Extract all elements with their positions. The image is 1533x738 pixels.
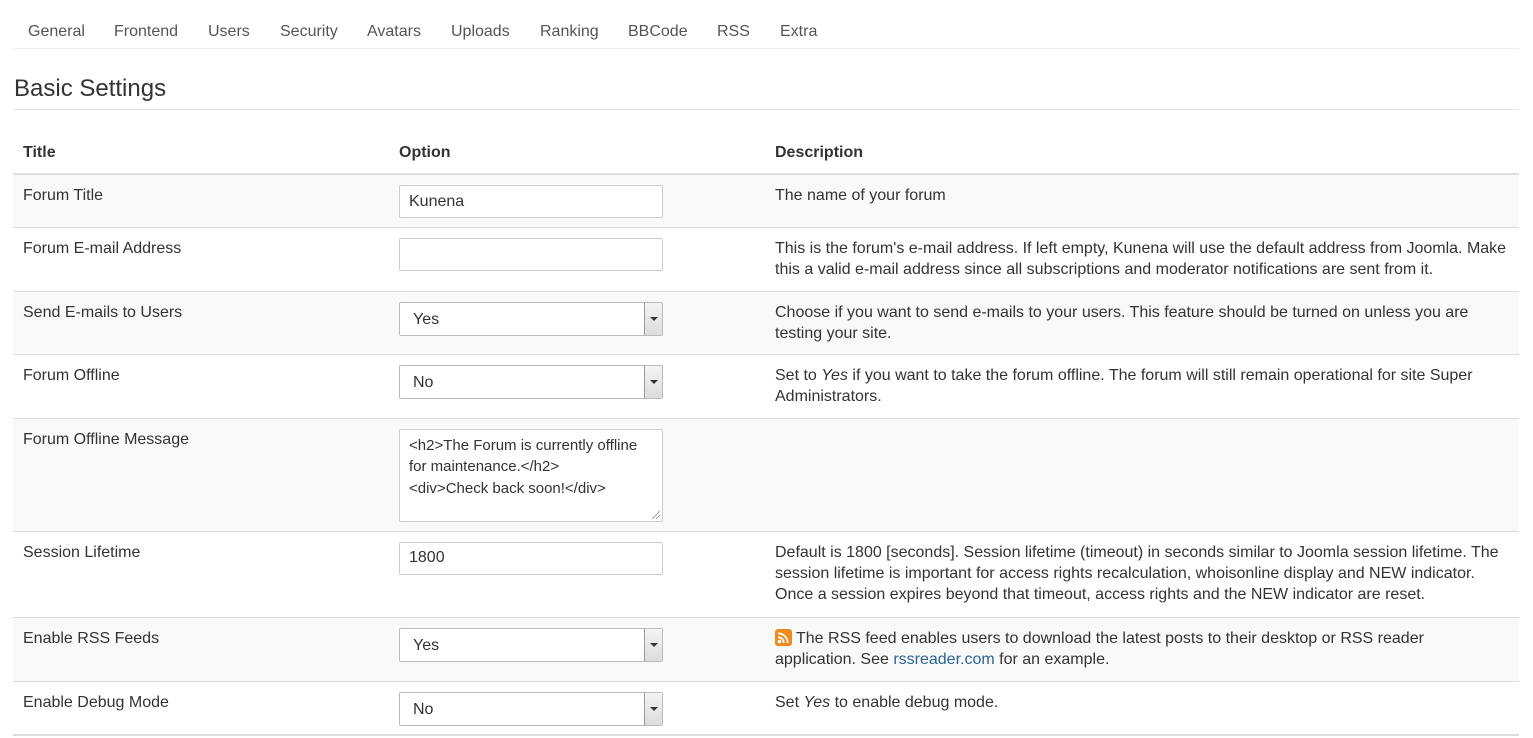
select-value: No xyxy=(413,373,434,391)
enable-rss-select[interactable]: Yes xyxy=(399,627,663,662)
table-row: Send E-mails to Users Yes Choose if you … xyxy=(13,290,1519,354)
rss-icon xyxy=(775,628,792,646)
setting-description: Set Yes to enable debug mode. xyxy=(765,680,1519,736)
forum-title-input[interactable] xyxy=(399,185,663,218)
rssreader-link[interactable]: rssreader.com xyxy=(893,651,994,668)
column-header-description: Description xyxy=(765,133,1519,175)
tab-users[interactable]: Users xyxy=(208,23,250,41)
tab-bbcode[interactable]: BBCode xyxy=(628,23,688,41)
table-header-row: Title Option Description xyxy=(13,133,1519,175)
tab-rss[interactable]: RSS xyxy=(717,23,750,41)
column-header-option: Option xyxy=(389,133,765,175)
section-title: Basic Settings xyxy=(14,75,167,102)
setting-title: Forum Offline xyxy=(13,353,389,418)
select-value: Yes xyxy=(413,310,440,328)
chevron-down-icon[interactable] xyxy=(644,628,662,661)
select-value: Yes xyxy=(413,636,440,654)
setting-title: Enable Debug Mode xyxy=(13,680,389,736)
setting-description: The RSS feed enables users to download t… xyxy=(765,616,1519,681)
setting-description: This is the forum's e-mail address. If l… xyxy=(765,226,1519,291)
tab-general[interactable]: General xyxy=(28,23,85,41)
setting-title: Forum E-mail Address xyxy=(13,226,389,291)
setting-title: Forum Offline Message xyxy=(13,417,389,531)
setting-description: Choose if you want to send e-mails to yo… xyxy=(765,290,1519,354)
setting-title: Session Lifetime xyxy=(13,530,389,617)
setting-title: Forum Title xyxy=(13,173,389,227)
divider xyxy=(13,109,1519,110)
table-row: Forum Offline Message <h2>The Forum is c… xyxy=(13,417,1519,531)
select-value: No xyxy=(413,700,434,718)
chevron-down-icon[interactable] xyxy=(644,692,662,725)
tab-ranking[interactable]: Ranking xyxy=(540,23,599,41)
table-row: Session Lifetime Default is 1800 [second… xyxy=(13,530,1519,617)
setting-title: Send E-mails to Users xyxy=(13,290,389,354)
offline-message-textarea[interactable]: <h2>The Forum is currently offline for m… xyxy=(399,428,663,522)
debug-mode-select[interactable]: No xyxy=(399,691,663,726)
table-row: Forum Offline No Set to Yes if you want … xyxy=(13,353,1519,418)
chevron-down-icon[interactable] xyxy=(644,365,662,398)
settings-table: Title Option Description Forum Title The… xyxy=(13,133,1519,736)
table-row: Enable Debug Mode No Set Yes to enable d… xyxy=(13,680,1519,736)
setting-description: Default is 1800 [seconds]. Session lifet… xyxy=(765,530,1519,617)
table-row: Forum E-mail Address This is the forum's… xyxy=(13,226,1519,291)
send-emails-select[interactable]: Yes xyxy=(399,301,663,336)
tab-security[interactable]: Security xyxy=(280,23,338,41)
setting-description: The name of your forum xyxy=(765,173,1519,227)
chevron-down-icon[interactable] xyxy=(644,302,662,335)
tab-extra[interactable]: Extra xyxy=(780,23,817,41)
setting-title: Enable RSS Feeds xyxy=(13,616,389,681)
setting-description xyxy=(765,417,1519,531)
session-lifetime-input[interactable] xyxy=(399,541,663,575)
settings-tabs: General Frontend Users Security Avatars … xyxy=(13,10,1519,49)
column-header-title: Title xyxy=(13,133,389,175)
forum-offline-select[interactable]: No xyxy=(399,364,663,399)
forum-email-input[interactable] xyxy=(399,237,663,271)
setting-description: Set to Yes if you want to take the forum… xyxy=(765,353,1519,418)
table-row: Enable RSS Feeds Yes The RSS feed enable… xyxy=(13,616,1519,681)
tab-avatars[interactable]: Avatars xyxy=(367,23,421,41)
tab-uploads[interactable]: Uploads xyxy=(451,23,510,41)
resize-handle[interactable] xyxy=(652,510,660,519)
table-row: Forum Title The name of your forum xyxy=(13,173,1519,227)
tab-frontend[interactable]: Frontend xyxy=(114,23,178,41)
